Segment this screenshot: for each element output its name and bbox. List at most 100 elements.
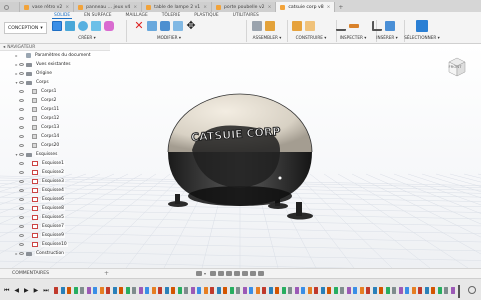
browser-body-item[interactable]: Corps1 [0, 87, 110, 96]
timeline-feature[interactable] [281, 287, 286, 294]
visibility-eye-icon[interactable] [19, 81, 24, 84]
data-panel-icon[interactable] [4, 4, 9, 10]
tab-porte-poubelle[interactable]: porte poubelle v2 × [212, 2, 277, 12]
timeline-feature[interactable] [405, 287, 409, 294]
visibility-eye-icon[interactable] [19, 72, 24, 75]
timeline-feature[interactable] [60, 287, 65, 294]
timeline-feature[interactable] [190, 287, 195, 294]
timeline-feature[interactable] [177, 287, 182, 294]
look-at-icon[interactable] [210, 271, 216, 276]
browser-sketch-item[interactable]: Esquisse1 [0, 159, 110, 168]
visibility-eye-icon[interactable] [19, 99, 24, 102]
timeline-feature[interactable] [93, 287, 97, 294]
close-icon[interactable]: × [203, 5, 207, 10]
browser-sketch-item[interactable]: Esquisse2 [0, 168, 110, 177]
add-comment-button[interactable]: + [104, 270, 109, 277]
workspace-selector[interactable]: CONCEPTION ▾ [4, 22, 47, 34]
browser-body-item[interactable]: Corps14 [0, 132, 110, 141]
timeline-feature[interactable] [138, 287, 143, 294]
timeline-feature[interactable] [301, 287, 305, 294]
timeline-feature[interactable] [106, 287, 110, 294]
timeline-feature[interactable] [294, 287, 299, 294]
browser-document-settings[interactable]: ▸ Paramètres du document [0, 51, 110, 60]
timeline-feature[interactable] [333, 287, 338, 294]
visibility-eye-icon[interactable] [19, 180, 24, 183]
visibility-eye-icon[interactable] [19, 171, 24, 174]
timeline-feature[interactable] [346, 287, 351, 294]
timeline-feature[interactable] [236, 287, 240, 294]
offset-plane-icon[interactable] [292, 21, 302, 31]
timeline-feature[interactable] [424, 287, 429, 294]
timeline-feature[interactable] [327, 287, 331, 294]
browser-folder[interactable]: ▸ Origine [0, 69, 110, 78]
fit-icon[interactable] [234, 271, 240, 276]
timeline-feature[interactable] [125, 287, 130, 294]
extrude-icon[interactable] [65, 21, 75, 31]
timeline-feature[interactable] [223, 287, 227, 294]
visibility-eye-icon[interactable] [19, 117, 24, 120]
display-settings-icon[interactable] [242, 271, 248, 276]
shell-icon[interactable] [173, 21, 183, 31]
visibility-eye-icon[interactable] [19, 252, 24, 255]
group-inspect-label[interactable]: INSPECTER ▾ [336, 35, 370, 40]
tab-utilitaires[interactable]: UTILITAIRES [231, 13, 261, 19]
previous-step-button[interactable]: ◀ [14, 287, 19, 295]
visibility-eye-icon[interactable] [19, 198, 24, 201]
browser-folder[interactable]: ▾ Esquisses [0, 150, 110, 159]
timeline-feature[interactable] [197, 287, 201, 294]
close-icon[interactable]: × [65, 5, 69, 10]
timeline-feature[interactable] [437, 287, 442, 294]
timeline-feature[interactable] [119, 287, 123, 294]
tab-vase-retro[interactable]: vase rétro v2 × [20, 2, 75, 12]
visibility-eye-icon[interactable] [19, 243, 24, 246]
close-icon[interactable]: × [133, 5, 137, 10]
fillet-icon[interactable] [160, 21, 170, 31]
timeline-feature[interactable] [307, 287, 312, 294]
group-select-label[interactable]: SÉLECTIONNER ▾ [404, 35, 440, 40]
close-icon[interactable]: × [327, 5, 331, 10]
timeline-marker[interactable] [458, 285, 460, 298]
browser-body-item[interactable]: Corps12 [0, 114, 110, 123]
close-icon[interactable]: × [268, 5, 272, 10]
browser-sketch-item[interactable]: Esquisse7 [0, 222, 110, 231]
timeline-feature[interactable] [385, 287, 390, 294]
model-catsuie-corp[interactable]: CATSUIE CORP [140, 92, 340, 222]
insert-derive-icon[interactable] [372, 21, 382, 31]
orbit-icon[interactable] [196, 271, 202, 276]
browser-sketch-item[interactable]: Esquisse10 [0, 240, 110, 249]
timeline-feature[interactable] [372, 287, 377, 294]
zoom-icon[interactable] [226, 271, 232, 276]
timeline-feature[interactable] [229, 287, 234, 294]
browser-sketch-item[interactable]: Esquisse8 [0, 204, 110, 213]
timeline-feature[interactable] [275, 287, 279, 294]
browser-body-item[interactable]: Corps20 [0, 141, 110, 150]
tab-panneau-jeux[interactable]: panneau ... jeux v4 × [74, 2, 143, 12]
browser-sketch-item[interactable]: Esquisse4 [0, 186, 110, 195]
group-modify-label[interactable]: MODIFIER ▾ [134, 35, 204, 40]
tab-home[interactable] [0, 2, 20, 12]
browser-sketch-item[interactable]: Esquisse3 [0, 177, 110, 186]
timeline-feature[interactable] [431, 287, 435, 294]
timeline-feature[interactable] [288, 287, 292, 294]
browser-header[interactable]: ◂ NAVIGATEUR [0, 44, 110, 51]
browser-folder[interactable]: ▾ Corps [0, 78, 110, 87]
visibility-eye-icon[interactable] [19, 144, 24, 147]
new-tab-button[interactable]: + [338, 2, 343, 12]
visibility-eye-icon[interactable] [19, 90, 24, 93]
timeline-feature[interactable] [249, 287, 253, 294]
view-cube[interactable]: FRONT [447, 56, 467, 78]
tab-catsuie-corp[interactable]: catsuie corp v8 × [276, 2, 336, 12]
browser-sketch-item[interactable]: Esquisse9 [0, 231, 110, 240]
timeline-feature[interactable] [444, 287, 448, 294]
revolve-icon[interactable] [78, 21, 88, 31]
timeline-feature[interactable] [450, 287, 455, 294]
new-sketch-icon[interactable] [52, 21, 62, 31]
sweep-icon[interactable] [91, 21, 101, 31]
timeline-feature[interactable] [184, 287, 188, 294]
timeline-feature[interactable] [418, 287, 422, 294]
press-pull-icon[interactable] [147, 21, 157, 31]
timeline-feature[interactable] [262, 287, 266, 294]
visibility-eye-icon[interactable] [19, 135, 24, 138]
browser-body-item[interactable]: Corps2 [0, 96, 110, 105]
group-construct-label[interactable]: CONSTRUIRE ▾ [292, 35, 330, 40]
